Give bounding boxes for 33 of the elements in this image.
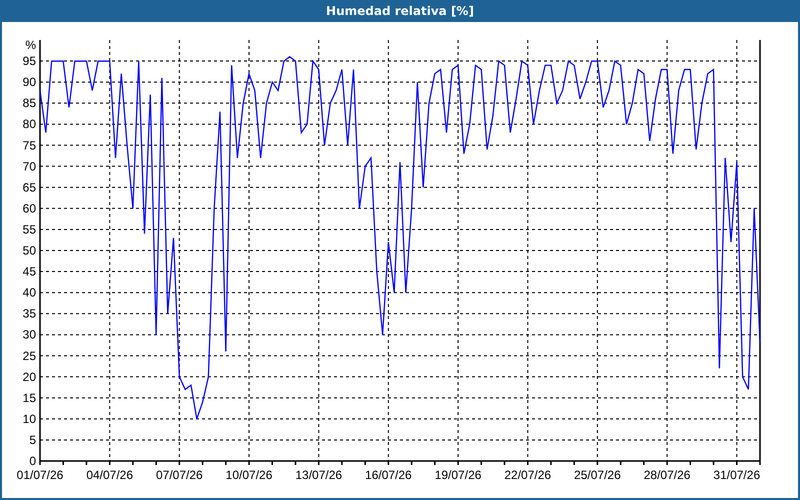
y-tick-label: 40 (22, 286, 36, 300)
x-tick-label: 01/07/26 (16, 468, 64, 482)
y-tick-label: 85 (22, 96, 36, 110)
y-tick-label: 20 (22, 370, 36, 384)
y-tick-label: 25 (22, 348, 36, 363)
y-tick-label: 45 (22, 264, 36, 279)
y-tick-label: 75 (22, 138, 36, 152)
y-tick-label: 10 (22, 412, 36, 426)
x-tick-label: 31/07/26 (713, 468, 760, 482)
y-tick-label: 70 (22, 159, 36, 174)
x-tick-label: 04/07/26 (86, 468, 134, 482)
y-tick-label: 95 (22, 54, 36, 68)
x-tick-label: 07/07/26 (156, 468, 203, 482)
y-tick-label: 30 (22, 328, 36, 342)
y-tick-label: 5 (29, 432, 36, 447)
y-tick-label: 35 (22, 306, 36, 321)
window-title: Humedad relativa [%] (326, 4, 474, 18)
y-tick-label: 80 (22, 117, 36, 132)
x-tick-label: 10/07/26 (226, 468, 272, 482)
x-tick-label: 19/07/26 (434, 468, 482, 482)
y-tick-label: 0 (29, 454, 36, 468)
x-tick-label: 22/07/26 (504, 468, 552, 482)
y-tick-label: 55 (22, 222, 36, 236)
x-tick-label: 25/07/26 (574, 468, 621, 482)
x-tick-label: 16/07/26 (365, 468, 412, 482)
y-tick-label: 15 (22, 390, 36, 405)
y-axis-unit: % (25, 38, 36, 52)
x-tick-label: 13/07/26 (295, 468, 342, 482)
y-tick-label: 65 (22, 180, 36, 194)
y-tick-label: 50 (22, 244, 36, 258)
y-tick-label: 90 (22, 75, 36, 90)
x-tick-label: 28/07/26 (644, 468, 690, 482)
y-tick-label: 60 (22, 201, 36, 216)
